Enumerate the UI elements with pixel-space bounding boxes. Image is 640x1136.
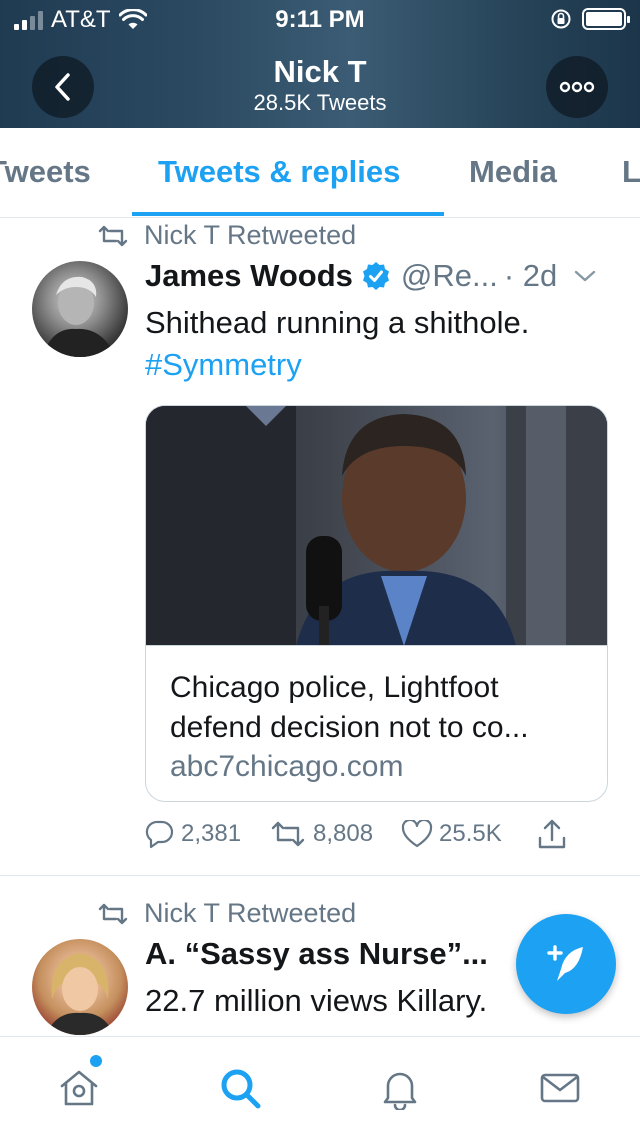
- nav-search[interactable]: [217, 1065, 263, 1111]
- retweet-icon: [98, 903, 128, 924]
- bell-icon: [383, 1072, 417, 1110]
- search-icon: [221, 1069, 261, 1109]
- avatar-image: [46, 953, 114, 1035]
- retweet-label: Nick T Retweeted: [144, 898, 357, 928]
- nav-messages[interactable]: [537, 1065, 583, 1111]
- retweet-indicator: Nick T Retweeted: [96, 898, 356, 929]
- new-content-dot: [90, 1055, 102, 1067]
- compose-tweet-button[interactable]: [516, 914, 616, 1014]
- tweet-header: A. “Sassy ass Nurse”...: [145, 936, 488, 972]
- mail-icon: [540, 1073, 580, 1103]
- compose-feather-icon: [547, 945, 583, 981]
- nav-home[interactable]: [56, 1065, 102, 1111]
- bottom-navigation: [0, 1036, 640, 1136]
- tweet-card[interactable]: Nick T Retweeted A. “Sassy ass Nurse”...…: [0, 0, 640, 1036]
- tweet-text: 22.7 million views Killary.: [145, 980, 487, 1022]
- tweet-body: 22.7 million views Killary.: [145, 983, 488, 1018]
- author-name[interactable]: A. “Sassy ass Nurse”...: [145, 936, 488, 972]
- home-icon: [60, 1070, 98, 1106]
- nav-notifications[interactable]: [377, 1065, 423, 1111]
- avatar[interactable]: [32, 939, 128, 1035]
